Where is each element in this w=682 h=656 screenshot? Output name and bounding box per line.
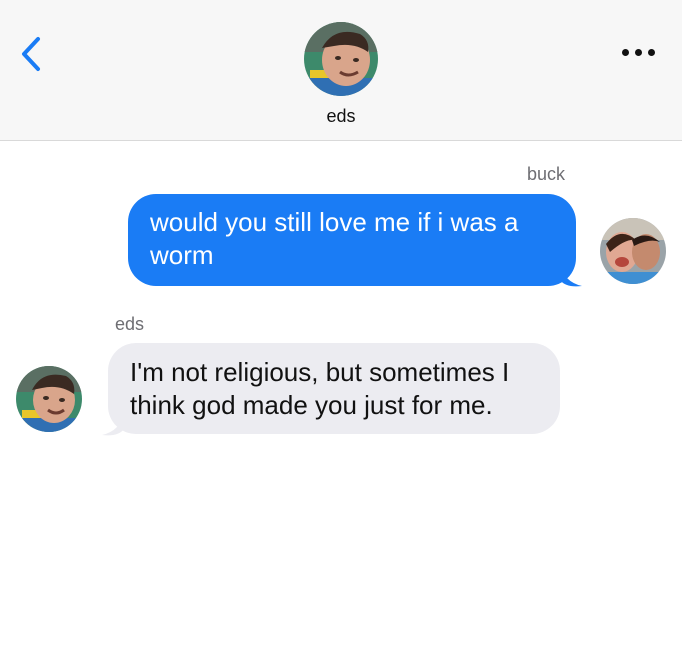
conversation-header: eds <box>0 0 682 141</box>
sender-avatar-eds[interactable] <box>16 366 82 432</box>
message-bubble-outgoing[interactable]: would you still love me if i was a worm <box>128 194 576 286</box>
sender-name-incoming: eds <box>115 314 145 334</box>
sender-avatar-buck[interactable] <box>600 218 666 284</box>
ellipsis-dot <box>621 48 629 56</box>
contact-avatar[interactable] <box>304 22 378 96</box>
chevron-left-icon[interactable] <box>16 34 46 74</box>
ellipsis-dot <box>647 48 655 56</box>
more-options-icon[interactable] <box>620 40 656 64</box>
sender-name-outgoing: buck <box>526 164 565 184</box>
ellipsis-dot <box>634 48 642 56</box>
message-bubble-incoming[interactable]: I'm not religious, but sometimes I think… <box>108 343 560 434</box>
bubble-tail-outgoing <box>560 264 582 287</box>
contact-name[interactable]: eds <box>0 106 682 127</box>
